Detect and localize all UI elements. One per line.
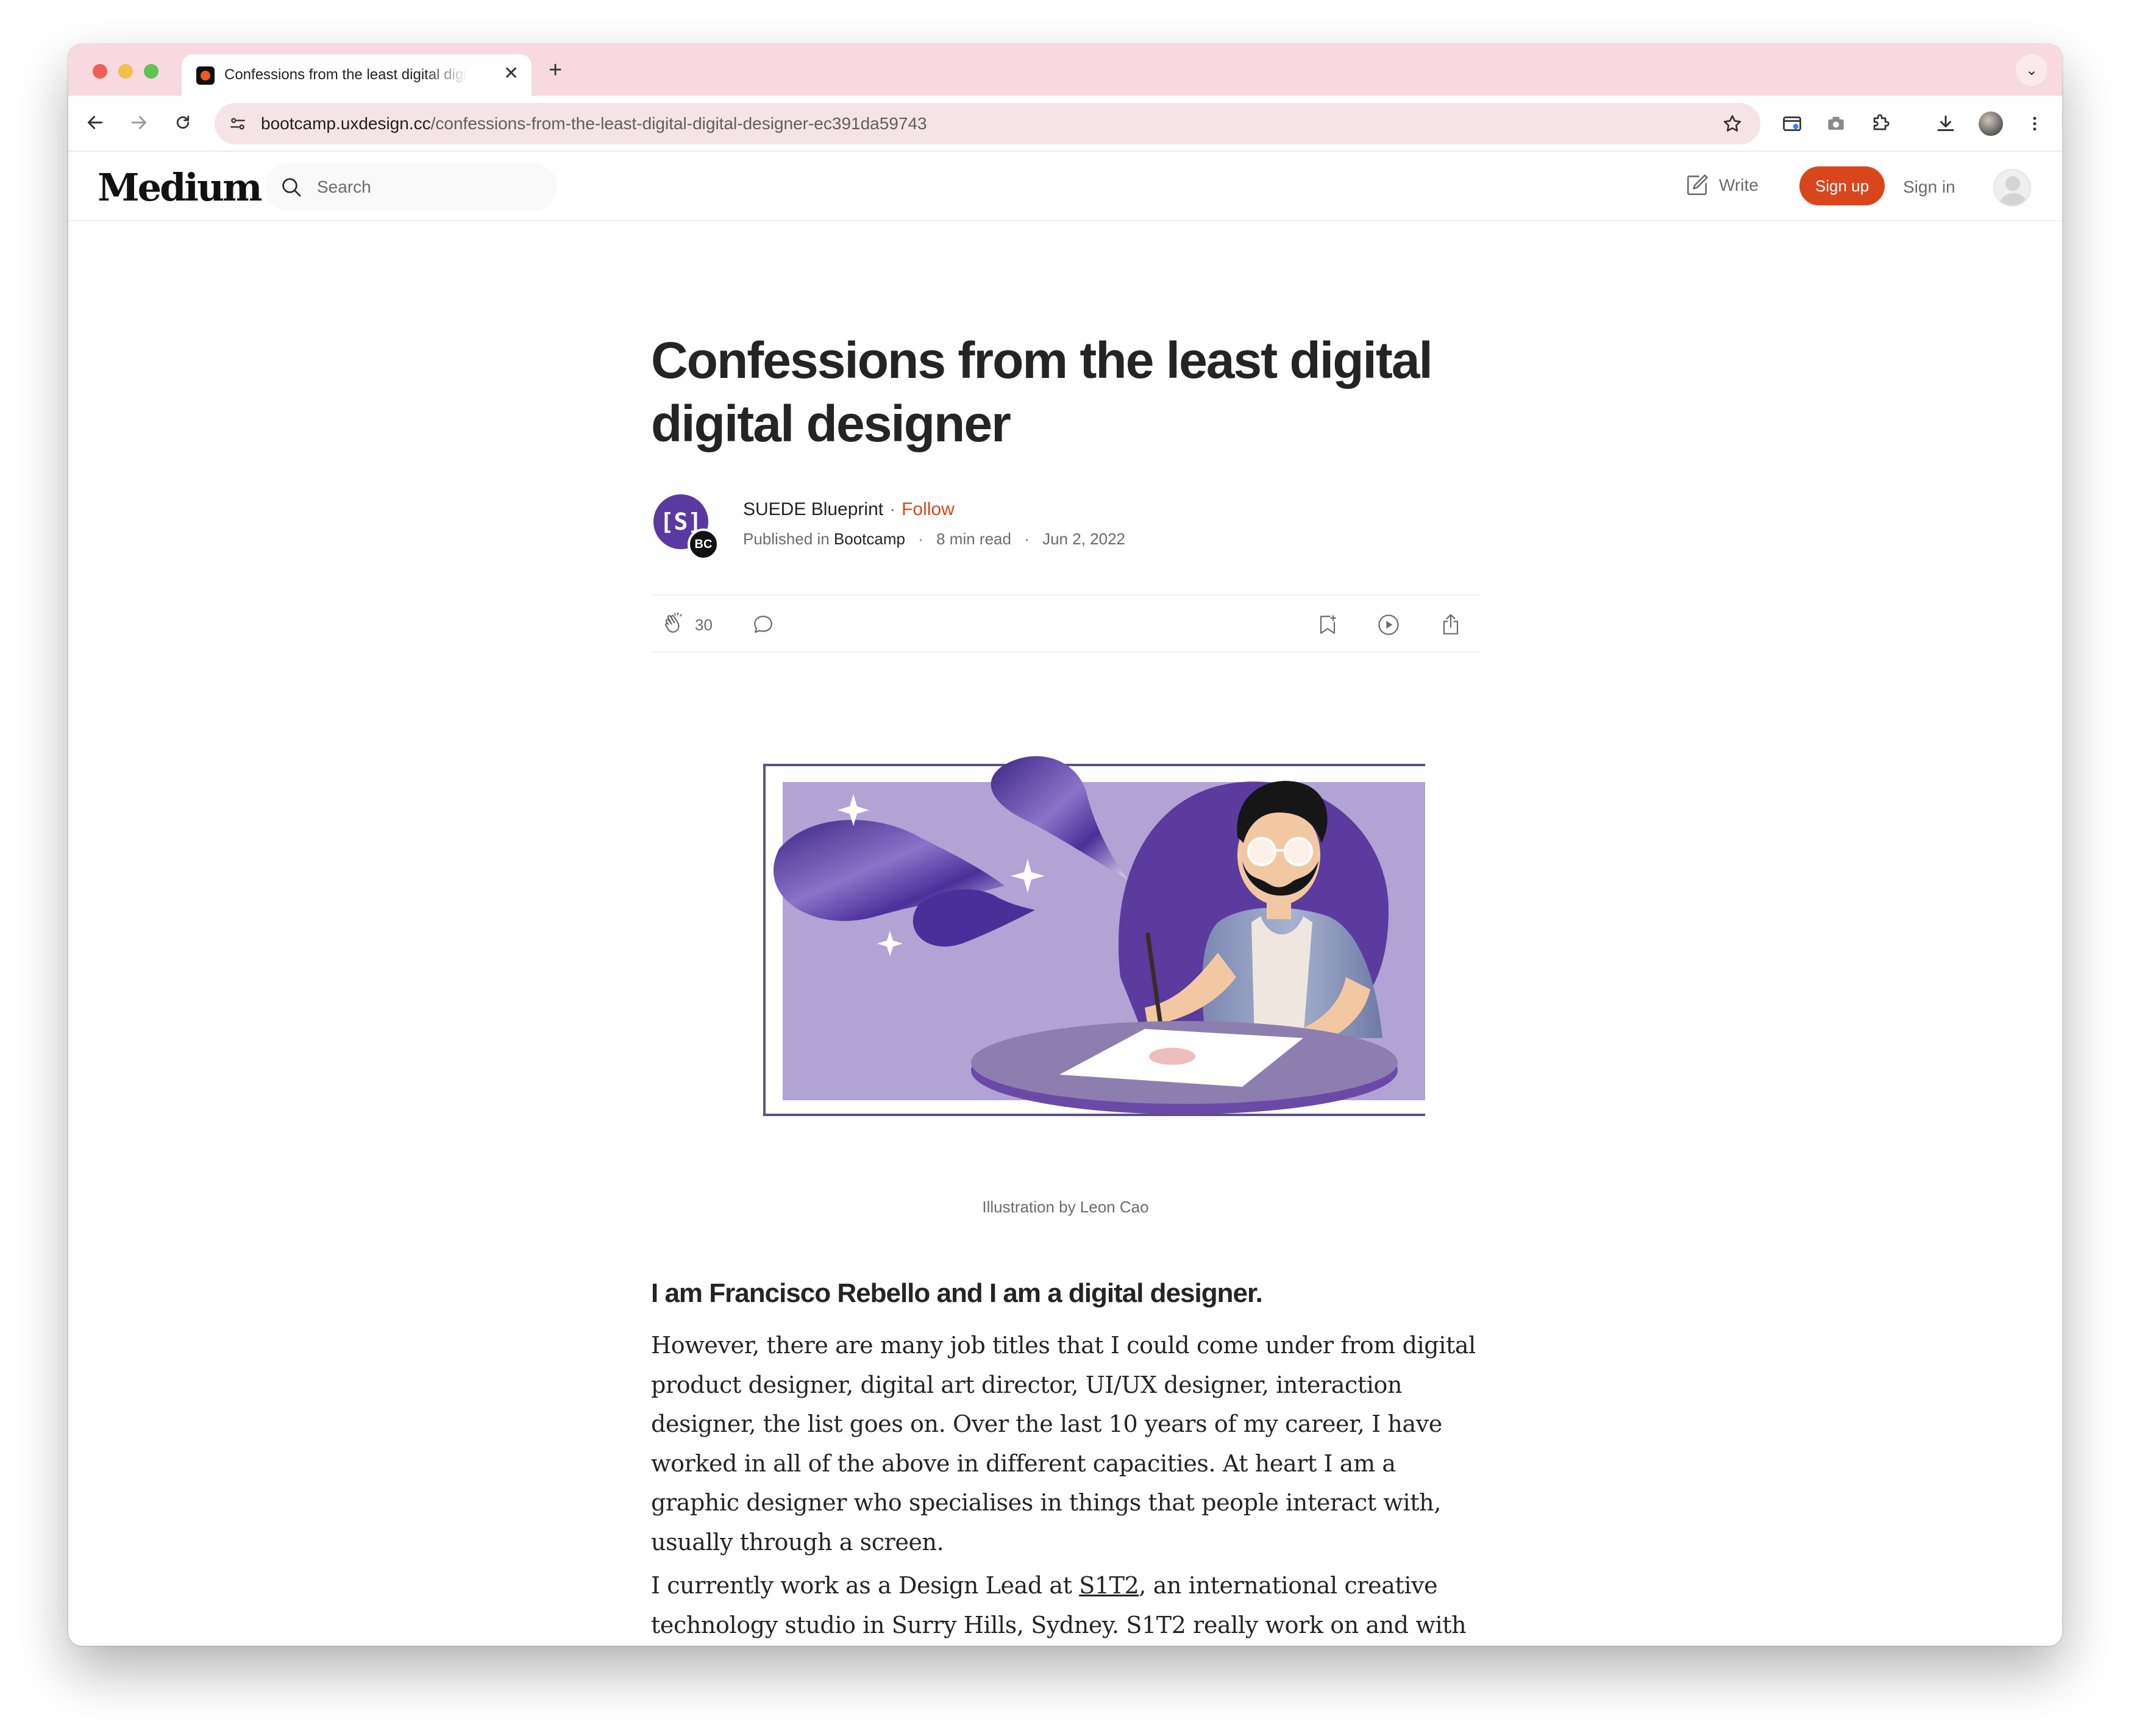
tab-close-icon[interactable]: ✕ xyxy=(503,63,519,84)
search-icon xyxy=(279,175,304,199)
new-tab-button[interactable]: + xyxy=(549,58,562,82)
site-header: Medium Write Sign up Sign in xyxy=(68,152,2062,221)
article-meta: Published in Bootcamp · 8 min read · Jun… xyxy=(743,530,1125,548)
browser-window: Confessions from the least digital digit… xyxy=(68,44,2062,1646)
sign-up-button[interactable]: Sign up xyxy=(1799,166,1885,205)
reload-icon[interactable] xyxy=(169,109,196,136)
paragraph-1: However, there are many job titles that … xyxy=(651,1332,1476,1556)
more-menu-icon[interactable] xyxy=(2022,112,2047,136)
read-time: 8 min read xyxy=(936,530,1011,548)
save-icon xyxy=(1320,615,1336,634)
write-label: Write xyxy=(1719,176,1759,194)
close-window-button[interactable] xyxy=(93,64,107,79)
search-bar[interactable] xyxy=(265,163,557,212)
write-icon xyxy=(1687,174,1708,195)
user-avatar[interactable] xyxy=(1993,169,2031,207)
article-subheading: I am Francisco Rebello and I am a digita… xyxy=(651,1278,1263,1308)
published-prefix: Published in xyxy=(743,530,830,548)
tab-title: Confessions from the least digital digit… xyxy=(224,66,468,83)
camera-icon[interactable] xyxy=(1824,112,1848,136)
bookmark-star-icon[interactable] xyxy=(1721,113,1743,135)
clap-count: 30 xyxy=(695,615,713,634)
article-title: Confessions from the least digital digit… xyxy=(651,332,1433,452)
forward-icon[interactable] xyxy=(126,109,152,136)
profile-avatar-icon[interactable] xyxy=(1979,112,2003,136)
tab-screenshot-icon[interactable] xyxy=(1780,112,1804,136)
share-icon xyxy=(1443,614,1459,635)
sign-in-link[interactable]: Sign in xyxy=(1903,177,1955,197)
tab-strip: Confessions from the least digital digit… xyxy=(68,44,2062,96)
maximize-window-button[interactable] xyxy=(144,64,158,79)
minimize-window-button[interactable] xyxy=(118,64,133,79)
publish-date: Jun 2, 2022 xyxy=(1042,530,1125,548)
url-text[interactable]: bootcamp.uxdesign.cc/confessions-from-th… xyxy=(261,114,927,133)
paragraph-2: I currently work as a Design Lead at S1T… xyxy=(651,1566,1486,1646)
author-name[interactable]: SUEDE Blueprint xyxy=(743,499,883,519)
browser-toolbar: bootcamp.uxdesign.cc/confessions-from-th… xyxy=(68,96,2062,152)
paragraph-2-text-before: I currently work as a Design Lead at xyxy=(651,1572,1080,1599)
url-path: /confessions-from-the-least-digital-digi… xyxy=(430,114,927,133)
comment-icon xyxy=(754,616,772,633)
medium-logo[interactable]: Medium xyxy=(98,165,263,210)
url-host: bootcamp.uxdesign.cc xyxy=(261,114,431,133)
extensions-icon[interactable] xyxy=(1868,112,1892,136)
site-settings-icon[interactable] xyxy=(228,114,247,133)
clap-icon xyxy=(664,612,682,633)
clap-button[interactable]: 30 xyxy=(661,611,713,638)
publication-link[interactable]: Bootcamp xyxy=(834,530,905,548)
tab-search-chevron-icon[interactable]: ⌄ xyxy=(2016,54,2047,86)
listen-icon xyxy=(1378,614,1399,635)
write-button[interactable]: Write xyxy=(1684,170,1759,201)
address-bar[interactable]: bootcamp.uxdesign.cc/confessions-from-th… xyxy=(215,103,1760,144)
back-icon[interactable] xyxy=(82,109,109,136)
download-icon[interactable] xyxy=(1934,112,1958,136)
listen-button[interactable] xyxy=(1375,611,1402,638)
save-button[interactable] xyxy=(1314,611,1341,638)
image-caption: Illustration by Leon Cao xyxy=(982,1198,1149,1216)
publication-badge[interactable]: BC xyxy=(688,528,719,560)
comment-button[interactable] xyxy=(750,611,777,638)
article-illustration xyxy=(718,721,1453,1148)
author-line: SUEDE Blueprint · Follow xyxy=(743,499,955,519)
follow-link[interactable]: Follow xyxy=(902,499,955,519)
search-input[interactable] xyxy=(317,163,536,212)
share-button[interactable] xyxy=(1437,611,1464,638)
medium-favicon-icon xyxy=(196,66,215,85)
browser-tab-active[interactable]: Confessions from the least digital digit… xyxy=(182,54,532,96)
article-actions-bar: 30 xyxy=(651,594,1480,653)
s1t2-link[interactable]: S1T2 xyxy=(1079,1572,1139,1599)
